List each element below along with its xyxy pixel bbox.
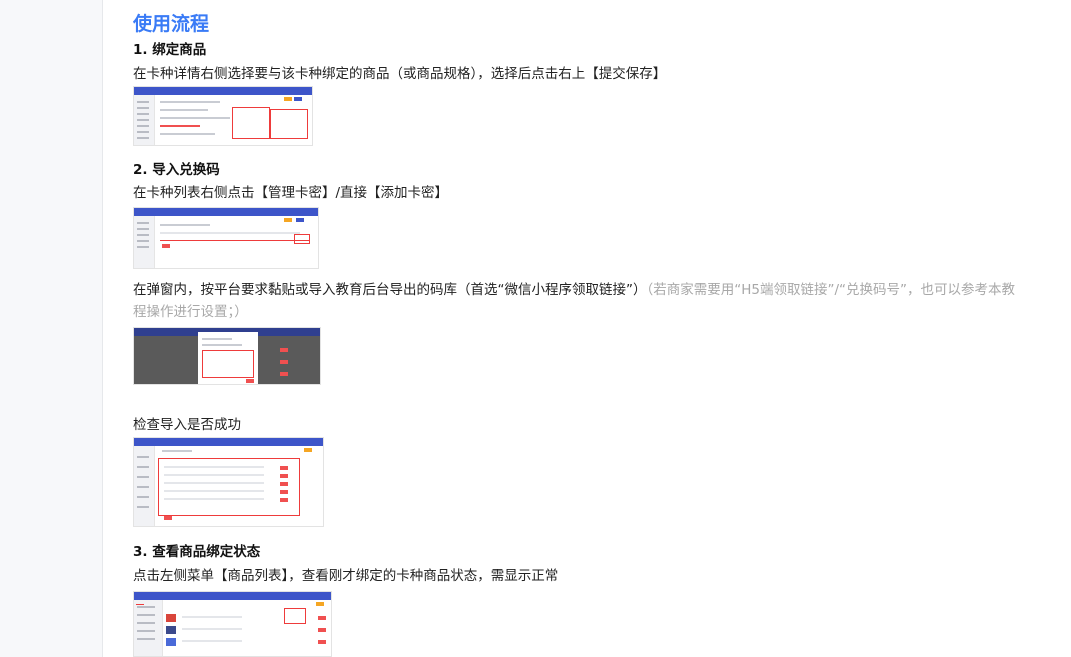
bind-product-screenshot — [133, 86, 313, 146]
page-title: 使用流程 — [133, 13, 210, 35]
import-dialog-screenshot — [133, 327, 321, 385]
import-result-screenshot — [133, 437, 324, 527]
left-rail — [0, 0, 103, 657]
step-3-heading: 3. 查看商品绑定状态 — [133, 544, 261, 560]
step-2-text: 在卡种列表右侧点击【管理卡密】/直接【添加卡密】 — [133, 185, 449, 201]
step-1-heading: 1. 绑定商品 — [133, 42, 207, 58]
card-list-screenshot — [133, 207, 319, 269]
step-3-text: 点击左侧菜单【商品列表】，查看刚才绑定的卡种商品状态，需显示正常 — [133, 568, 559, 584]
product-list-screenshot — [133, 591, 332, 657]
step-2-dialog-text-main: 在弹窗内，按平台要求黏贴或导入教育后台导出的码库（首选“微信小程序领取链接”） — [133, 282, 647, 298]
check-import-text: 检查导入是否成功 — [133, 417, 241, 433]
step-2-dialog-text: 在弹窗内，按平台要求黏贴或导入教育后台导出的码库（首选“微信小程序领取链接”）（… — [133, 279, 1023, 323]
step-2-heading: 2. 导入兑换码 — [133, 162, 220, 178]
step-1-text: 在卡种详情右侧选择要与该卡种绑定的商品（或商品规格），选择后点击右上【提交保存】 — [133, 66, 667, 82]
